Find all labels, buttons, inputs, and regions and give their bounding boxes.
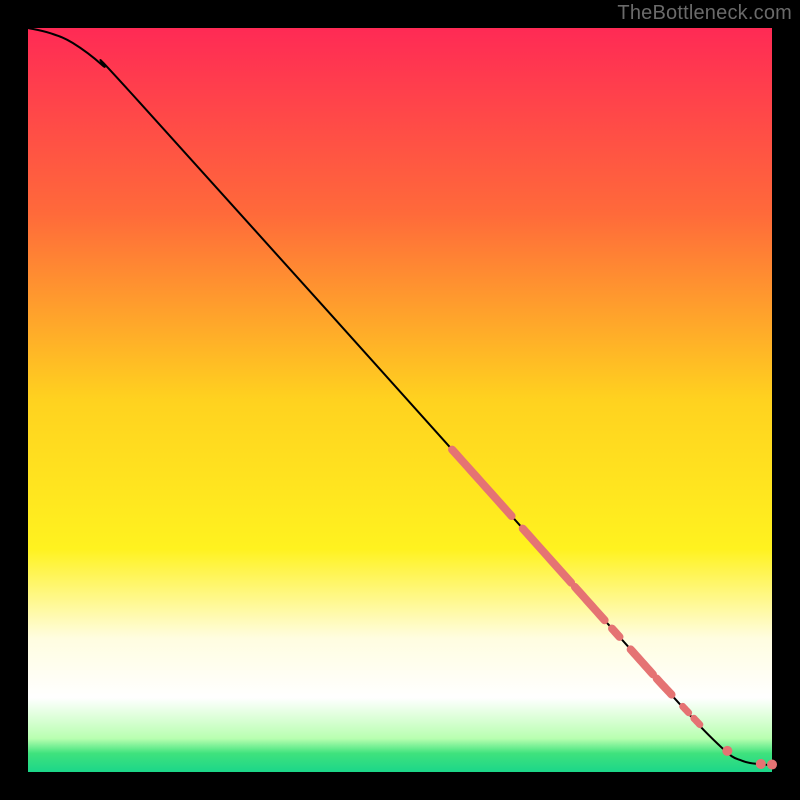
watermark-text: TheBottleneck.com bbox=[617, 2, 792, 25]
highlight-point-1 bbox=[756, 759, 766, 769]
highlight-point-0 bbox=[722, 746, 732, 756]
gradient-background bbox=[28, 28, 772, 772]
chart-frame: TheBottleneck.com bbox=[0, 0, 800, 800]
highlight-segment-3 bbox=[612, 629, 619, 637]
highlight-segment-6 bbox=[683, 706, 689, 712]
bottleneck-chart bbox=[0, 0, 800, 800]
highlight-segment-7 bbox=[694, 718, 700, 724]
highlight-point-2 bbox=[767, 760, 777, 770]
